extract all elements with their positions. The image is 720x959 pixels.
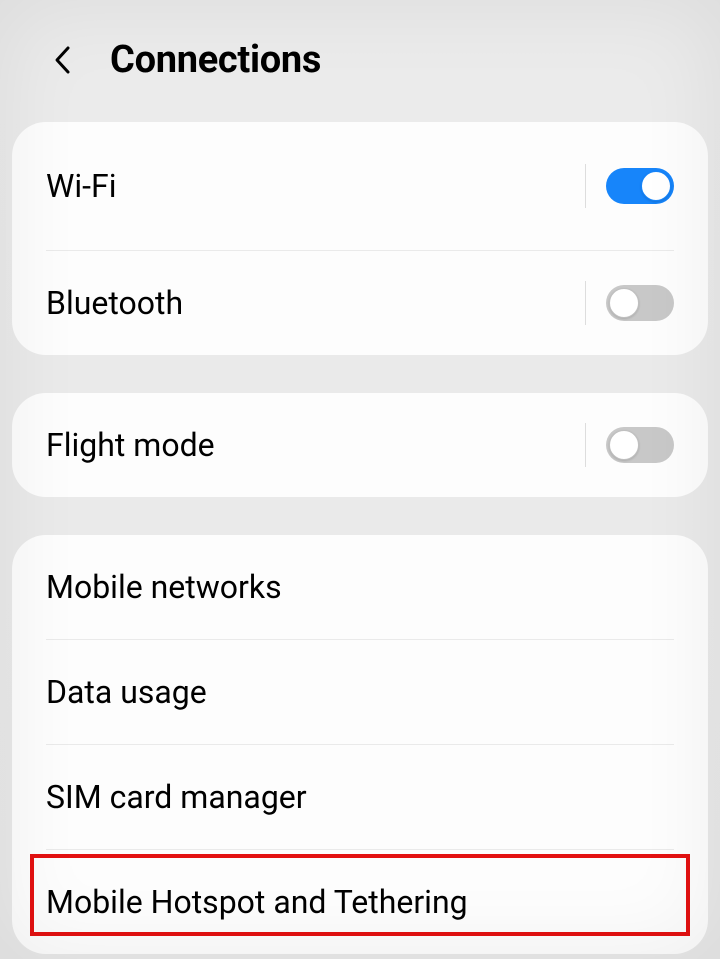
wifi-controls <box>585 164 674 208</box>
flight-mode-label: Flight mode <box>46 426 215 464</box>
sim-card-manager-label: SIM card manager <box>46 778 307 816</box>
toggle-knob <box>609 430 639 460</box>
toggle-knob <box>641 171 671 201</box>
bluetooth-label: Bluetooth <box>46 284 183 322</box>
row-bluetooth[interactable]: Bluetooth <box>12 251 708 355</box>
wifi-label: Wi-Fi <box>46 167 116 205</box>
wifi-toggle[interactable] <box>606 168 674 204</box>
row-data-usage[interactable]: Data usage <box>12 640 708 744</box>
divider-vertical <box>585 423 586 467</box>
row-wifi[interactable]: Wi-Fi <box>12 122 708 250</box>
mobile-hotspot-label: Mobile Hotspot and Tethering <box>46 883 468 921</box>
back-button[interactable] <box>48 46 76 74</box>
header: Connections <box>0 0 720 112</box>
group-flight: Flight mode <box>12 393 708 497</box>
flight-mode-toggle[interactable] <box>606 427 674 463</box>
row-flight-mode[interactable]: Flight mode <box>12 393 708 497</box>
mobile-networks-label: Mobile networks <box>46 568 282 606</box>
row-mobile-hotspot[interactable]: Mobile Hotspot and Tethering <box>12 850 708 954</box>
bluetooth-toggle[interactable] <box>606 285 674 321</box>
chevron-left-icon <box>53 45 71 75</box>
divider-vertical <box>585 164 586 208</box>
toggle-knob <box>609 288 639 318</box>
row-mobile-networks[interactable]: Mobile networks <box>12 535 708 639</box>
divider-vertical <box>585 281 586 325</box>
page-title: Connections <box>110 38 321 82</box>
bluetooth-controls <box>585 281 674 325</box>
group-mobile: Mobile networks Data usage SIM card mana… <box>12 535 708 954</box>
group-wireless: Wi-Fi Bluetooth <box>12 122 708 355</box>
row-sim-card-manager[interactable]: SIM card manager <box>12 745 708 849</box>
flight-mode-controls <box>585 423 674 467</box>
data-usage-label: Data usage <box>46 673 207 711</box>
